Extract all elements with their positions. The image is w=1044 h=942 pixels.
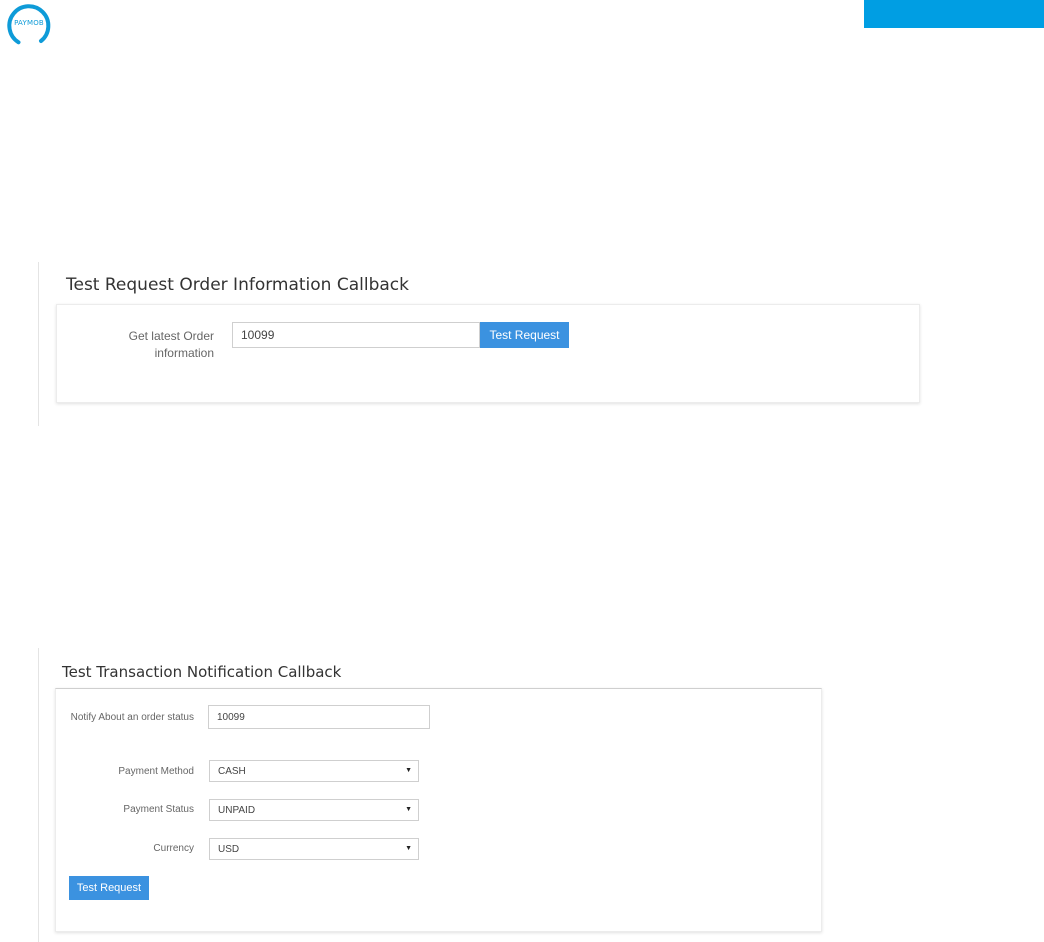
section-divider [38, 262, 39, 426]
currency-label: Currency [153, 843, 194, 854]
transaction-section-title: Test Transaction Notification Callback [62, 663, 342, 681]
currency-select[interactable]: USD ▼ [209, 838, 419, 860]
top-bar [864, 0, 1044, 28]
caret-down-icon: ▼ [405, 806, 412, 813]
order-info-test-request-button[interactable]: Test Request [480, 322, 569, 348]
payment-status-value: UNPAID [218, 804, 256, 816]
notify-order-id-input[interactable] [208, 705, 430, 729]
caret-down-icon: ▼ [405, 845, 412, 852]
payment-method-value: CASH [218, 765, 246, 777]
transaction-test-request-button[interactable]: Test Request [69, 876, 149, 900]
payment-method-label: Payment Method [118, 766, 194, 777]
payment-status-label: Payment Status [123, 804, 194, 815]
payment-status-select[interactable]: UNPAID ▼ [209, 799, 419, 821]
section-divider [38, 648, 39, 942]
order-info-label: Get latest Order information [128, 329, 214, 360]
currency-value: USD [218, 843, 240, 855]
payment-method-select[interactable]: CASH ▼ [209, 760, 419, 782]
notify-order-label: Notify About an order status [70, 712, 194, 723]
order-id-input[interactable] [232, 322, 480, 348]
order-info-section-title: Test Request Order Information Callback [66, 275, 409, 295]
caret-down-icon: ▼ [405, 767, 412, 774]
logo-text: PAYMOB [14, 19, 44, 27]
